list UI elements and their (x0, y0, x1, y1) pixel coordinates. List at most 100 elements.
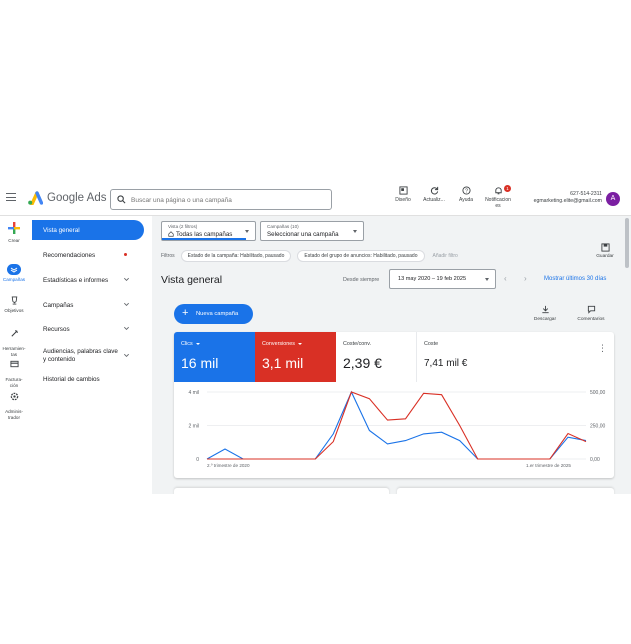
campaign-filter-value: Seleccionar una campaña (267, 231, 339, 238)
more-vert-icon[interactable]: ⋮ (598, 344, 607, 353)
right-axis-tick: 0,00 (590, 457, 600, 463)
metric-label-text: Conversiones (262, 341, 295, 347)
nav-audiences[interactable]: Audiencias, palabras clave y contenido (32, 344, 144, 368)
nav-campaigns[interactable]: Campañas (32, 295, 144, 315)
layout-icon (398, 186, 408, 195)
menu-icon[interactable] (6, 193, 16, 201)
filters-label: Filtros (161, 252, 175, 259)
active-underline (162, 238, 246, 240)
bell-icon (494, 187, 502, 195)
right-axis-tick: 500,00 (590, 390, 606, 396)
caret-down-icon (245, 230, 249, 233)
date-range-picker[interactable]: 13 may 2020 – 19 feb 2025 (389, 269, 496, 289)
rail-label: Crear (8, 238, 20, 243)
chevron-down-icon (124, 302, 129, 306)
caret-down-icon (485, 278, 489, 281)
metric-label: Conversiones (262, 341, 329, 347)
left-axis-tick: 2 mil (188, 424, 199, 430)
rail-create[interactable]: Crear (0, 220, 28, 244)
metric-value: 7,41 mil € (424, 358, 468, 369)
view-filter-caption: Vista (2 filtros) (168, 224, 198, 229)
chevron-down-icon (124, 353, 129, 357)
caret-down-icon (195, 342, 200, 345)
nav-label: Audiencias, palabras clave y contenido (43, 348, 118, 363)
goals-trophy-icon (7, 295, 21, 306)
summary-card-right (397, 488, 614, 494)
metric-clicks[interactable]: Clics 16 mil (174, 332, 255, 382)
toolbar-label: Actualiz... (423, 197, 445, 203)
notification-badge: 1 (504, 185, 511, 192)
rail-goals[interactable]: Objetivos (0, 295, 28, 314)
performance-line-chart: 0 0,00 2 mil 250,00 4 mil 500,00 2.º trimestre… (188, 390, 606, 468)
brand-name: Google Ads (47, 192, 107, 204)
main-content: Vista (2 filtros) Todas las campañas Cam… (152, 216, 631, 494)
view-filter-text: Todas las campañas (176, 231, 233, 238)
nav-recommendations[interactable]: Recomendaciones (32, 245, 144, 265)
view-filter-value: Todas las campañas (168, 231, 232, 238)
nav-label: Recursos (43, 325, 70, 333)
download-button[interactable]: Descargar (530, 305, 560, 322)
save-label: Guardar (596, 254, 614, 259)
metric-label: Clics (181, 341, 248, 347)
metric-cost[interactable]: Coste 7,41 mil € (417, 332, 498, 382)
view-filter-dropdown[interactable]: Vista (2 filtros) Todas las campañas (161, 221, 256, 241)
metric-cost-per-conv[interactable]: Coste/conv. 2,39 € (336, 332, 417, 382)
save-button[interactable]: Guardar (594, 243, 616, 259)
nav-overview[interactable]: Vista general (32, 220, 144, 240)
rail-campaigns[interactable]: Campañas (0, 264, 28, 283)
tools-icon (7, 328, 21, 339)
rail-billing[interactable]: Factura- ción (0, 353, 28, 388)
nav-label: Recomendaciones (43, 251, 96, 259)
admin-gear-icon (7, 391, 21, 402)
right-axis-tick: 250,00 (590, 424, 606, 430)
nav-resources[interactable]: Recursos (32, 319, 144, 339)
metric-conversions[interactable]: Conversiones 3,1 mil (255, 332, 336, 382)
toolbar-notifications[interactable]: 1 Notificacion es (481, 185, 515, 209)
metric-value: 16 mil (181, 355, 219, 371)
chevron-down-icon (124, 277, 129, 281)
nav-stats-reports[interactable]: Estadísticas e informes (32, 270, 144, 290)
x-axis-label: 1.er trimestre de 2025 (526, 463, 571, 468)
comments-button[interactable]: Comentarios (572, 305, 610, 322)
campaign-filter-dropdown[interactable]: Campañas (10) Seleccionar una campaña (260, 221, 364, 241)
avatar[interactable]: A (606, 192, 620, 206)
account-email: egmarketing.elite@gmail.com (533, 198, 602, 204)
rail-label: Objetivos (4, 308, 24, 313)
new-campaign-label: Nueva campaña (196, 311, 239, 317)
chevron-down-icon (124, 326, 129, 330)
toolbar-layout[interactable]: Diseño (392, 186, 414, 203)
side-nav: Vista general Recomendaciones Estadístic… (28, 216, 152, 494)
show-last-30-days-link[interactable]: Mostrar últimos 30 días (544, 276, 606, 282)
nav-label: Estadísticas e informes (43, 276, 109, 284)
date-range-label: Desde siempre (343, 277, 380, 283)
campaign-filter-caption: Campañas (10) (267, 224, 299, 229)
date-range-value: 13 may 2020 – 19 feb 2025 (398, 276, 467, 282)
page-title: Vista general (161, 274, 223, 286)
rail-tools[interactable]: Herramien- tas (0, 322, 28, 357)
caret-down-icon (297, 342, 302, 345)
rail-admin[interactable]: Adminis- trador (0, 385, 28, 420)
toolbar-refresh[interactable]: Actualiz... (421, 186, 447, 203)
account-id: 627-514-2311 (570, 191, 602, 197)
search-input[interactable] (131, 193, 327, 207)
home-icon (168, 231, 174, 237)
next-period-icon[interactable]: › (524, 275, 527, 283)
filter-chip-adgroup-status[interactable]: Estado del grupo de anuncios: Habilitado… (297, 249, 425, 262)
save-icon (600, 243, 610, 252)
search-box[interactable] (110, 189, 332, 210)
comment-icon (587, 305, 595, 314)
add-filter-button[interactable]: Añadir filtro (433, 253, 458, 259)
rail-label: Adminis- trador (5, 409, 23, 420)
account-info[interactable]: 627-514-2311 egmarketing.elite@gmail.com (518, 191, 602, 205)
overview-performance-card: Clics 16 mil Conversiones 3,1 mil Coste/… (174, 332, 614, 478)
nav-change-history[interactable]: Historial de cambios (32, 369, 144, 389)
prev-period-icon[interactable]: ‹ (504, 275, 507, 283)
toolbar-label: Ayuda (458, 197, 474, 203)
billing-icon (7, 359, 21, 370)
filter-chips-row: Filtros Estado de la campaña: Habilitado… (161, 249, 458, 262)
scrollbar[interactable] (625, 218, 629, 268)
filter-chip-campaign-status[interactable]: Estado de la campaña: Habilitado, pausad… (180, 249, 292, 262)
new-campaign-button[interactable]: + Nueva campaña (174, 304, 253, 324)
nav-label: Historial de cambios (43, 375, 100, 383)
toolbar-help[interactable]: ? Ayuda (455, 186, 477, 203)
